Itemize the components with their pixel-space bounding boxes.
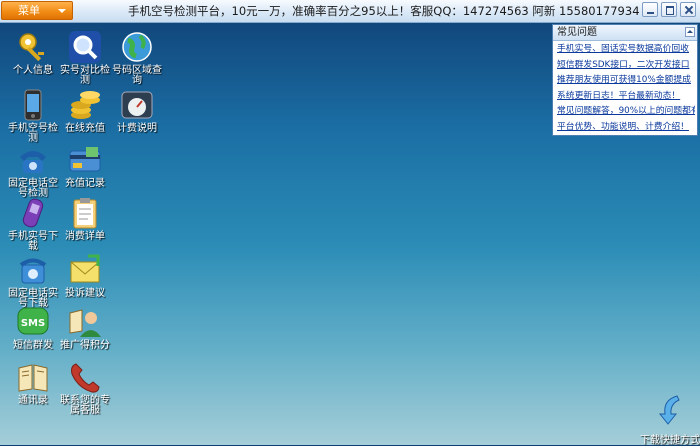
desktop-icon-online-recharge[interactable]: 在线充值 bbox=[56, 88, 114, 134]
blue-telephone-icon bbox=[16, 253, 50, 287]
desktop-icon-complaint[interactable]: 投诉建议 bbox=[56, 253, 114, 299]
minimize-icon[interactable] bbox=[642, 2, 658, 17]
faq-link[interactable]: 推荐朋友使用可获得10%金额提成 bbox=[557, 73, 695, 89]
purple-phone-icon bbox=[16, 196, 50, 230]
desktop-icon-contact-service[interactable]: 联系您的专属客服 bbox=[56, 360, 114, 416]
desktop-icon-recharge-record[interactable]: 充值记录 bbox=[56, 143, 114, 189]
icon-label: 联系您的专属客服 bbox=[60, 395, 110, 416]
icon-label: 推广得积分 bbox=[60, 340, 110, 351]
desktop-icon-area-query[interactable]: 号码区域查询 bbox=[108, 30, 166, 86]
icon-label: 投诉建议 bbox=[65, 288, 105, 299]
icon-label: 充值记录 bbox=[65, 178, 105, 189]
handset-icon bbox=[68, 360, 102, 394]
faq-link[interactable]: 手机实号、固话实号数据高价回收 bbox=[557, 42, 695, 58]
mobile-phone-icon bbox=[16, 88, 50, 122]
desktop-icon-real-number-compare[interactable]: 实号对比检测 bbox=[56, 30, 114, 86]
desktop-icon-landline-check[interactable]: 固定电话空号检测 bbox=[4, 143, 62, 199]
chevron-down-icon bbox=[58, 9, 66, 13]
key-icon bbox=[16, 30, 50, 64]
dashboard-icon bbox=[120, 88, 154, 122]
app-title: 手机空号检测平台，10元一万，准确率百分之95以上！客服QQ：147274563… bbox=[128, 4, 640, 18]
telephone-icon bbox=[16, 143, 50, 177]
sms-icon: SMS bbox=[16, 305, 50, 339]
desktop-icon-mobile-check[interactable]: 手机空号检测 bbox=[4, 88, 62, 144]
icon-label: 手机空号检测 bbox=[8, 123, 58, 144]
desktop-icon-address-book[interactable]: 通讯录 bbox=[4, 360, 62, 406]
desktop-icon-mobile-download[interactable]: 手机实号下载 bbox=[4, 196, 62, 252]
desktop-icon-personal-info[interactable]: 个人信息 bbox=[4, 30, 62, 76]
faq-header: 常见问题 bbox=[553, 25, 697, 41]
download-label: 下载快捷方式 bbox=[640, 435, 700, 446]
collapse-icon[interactable] bbox=[685, 27, 695, 37]
icon-label: 号码区域查询 bbox=[112, 65, 162, 86]
window-controls bbox=[642, 2, 696, 17]
address-book-icon bbox=[16, 360, 50, 394]
icon-label: 消费详单 bbox=[65, 231, 105, 242]
desktop-icon-consumption-detail[interactable]: 消费详单 bbox=[56, 196, 114, 242]
top-bar: 菜单 手机空号检测平台，10元一万，准确率百分之95以上！客服QQ：147274… bbox=[0, 0, 700, 23]
icon-label: 个人信息 bbox=[13, 65, 53, 76]
close-icon[interactable] bbox=[680, 2, 696, 17]
menu-button[interactable]: 菜单 bbox=[1, 1, 73, 20]
icon-label: 手机实号下载 bbox=[8, 231, 58, 252]
desktop-icon-billing-info[interactable]: 计费说明 bbox=[108, 88, 166, 134]
faq-list: 手机实号、固话实号数据高价回收 短信群发SDK接口，二次开发接口 推荐朋友使用可… bbox=[553, 41, 697, 136]
menu-label: 菜单 bbox=[18, 4, 40, 17]
maximize-icon[interactable] bbox=[661, 2, 677, 17]
faq-link[interactable]: 平台优势、功能说明、计费介绍！ bbox=[557, 120, 695, 136]
faq-link[interactable]: 系统更新日志！平台最新动态！ bbox=[557, 89, 695, 105]
faq-link[interactable]: 常见问题解答，90%以上的问题都有 bbox=[557, 104, 695, 120]
faq-title: 常见问题 bbox=[557, 27, 597, 38]
faq-link[interactable]: 短信群发SDK接口，二次开发接口 bbox=[557, 58, 695, 74]
desktop-icon-promotion[interactable]: 推广得积分 bbox=[56, 305, 114, 351]
icon-label: 在线充值 bbox=[65, 123, 105, 134]
bank-card-icon bbox=[68, 143, 102, 177]
icon-label: 计费说明 bbox=[117, 123, 157, 134]
clipboard-icon bbox=[68, 196, 102, 230]
icon-label: 短信群发 bbox=[13, 340, 53, 351]
desktop-icon-sms-broadcast[interactable]: SMS 短信群发 bbox=[4, 305, 62, 351]
download-arrow-icon bbox=[658, 395, 680, 425]
coins-icon bbox=[68, 88, 102, 122]
icon-label: 实号对比检测 bbox=[60, 65, 110, 86]
download-shortcut[interactable]: 下载快捷方式 bbox=[640, 394, 700, 446]
envelope-icon bbox=[68, 253, 102, 287]
globe-icon bbox=[120, 30, 154, 64]
desktop-icon-landline-download[interactable]: 固定电话实号下载 bbox=[4, 253, 62, 309]
person-book-icon bbox=[68, 305, 102, 339]
magnifier-icon bbox=[68, 30, 102, 64]
svg-text:SMS: SMS bbox=[21, 318, 45, 329]
faq-panel: 常见问题 手机实号、固话实号数据高价回收 短信群发SDK接口，二次开发接口 推荐… bbox=[552, 24, 698, 136]
icon-label: 通讯录 bbox=[18, 395, 48, 406]
